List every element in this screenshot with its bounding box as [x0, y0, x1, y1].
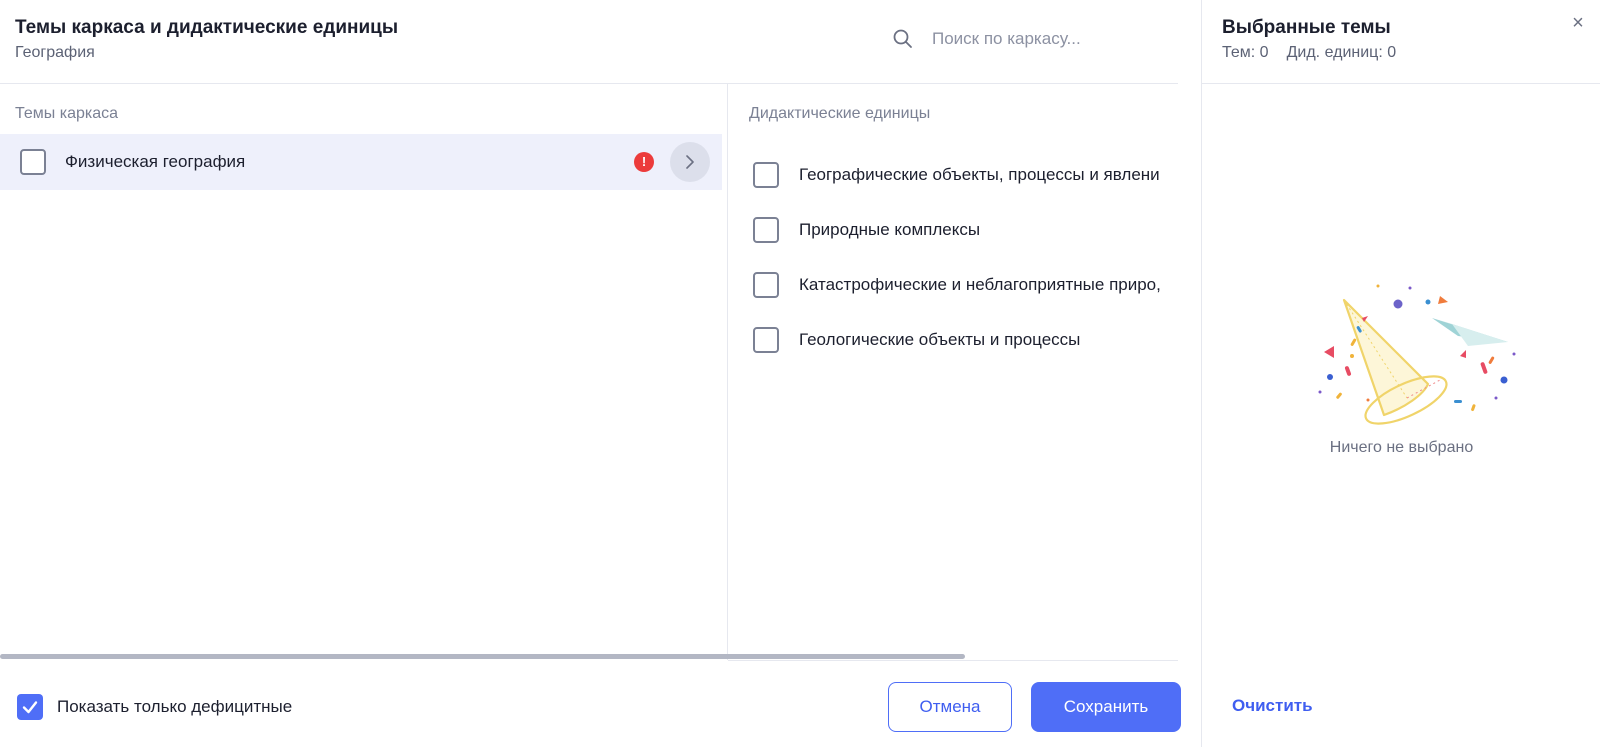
didactic-units-column: Дидактические единицы Географические объ…	[728, 84, 1178, 660]
dialog-title: Темы каркаса и дидактические единицы	[15, 17, 399, 38]
cancel-button[interactable]: Отмена	[888, 682, 1012, 732]
didactic-units-header: Дидактические единицы	[749, 105, 931, 122]
selected-topics-panel: Выбранные темы Тем: 0 Дид. единиц: 0 × Н…	[1201, 0, 1600, 747]
list-item[interactable]: Географические объекты, процессы и явлен…	[753, 147, 1161, 202]
list-item[interactable]: Природные комплексы	[753, 202, 1161, 257]
show-deficit-label: Показать только дефицитные	[57, 697, 293, 716]
unit-label: Геологические объекты и процессы	[799, 329, 1081, 349]
empty-state-text: Ничего не выбрано	[1329, 439, 1474, 456]
side-panel-title: Выбранные темы	[1222, 17, 1391, 38]
unit-label: Географические объекты, процессы и явлен…	[799, 164, 1160, 184]
close-icon[interactable]: ×	[1567, 12, 1589, 34]
search-icon	[892, 28, 914, 50]
unit-label: Катастрофические и неблагоприятные приро…	[799, 274, 1161, 294]
main-area: Темы каркаса и дидактические единицы Гео…	[0, 0, 1181, 747]
checkmark-icon	[22, 701, 38, 714]
dialog-footer: Показать только дефицитные Отмена Сохран…	[0, 661, 1181, 747]
list-item[interactable]: Катастрофические и неблагоприятные приро…	[753, 257, 1161, 312]
search-input[interactable]	[932, 29, 1142, 49]
save-button[interactable]: Сохранить	[1031, 682, 1181, 732]
dialog-header: Темы каркаса и дидактические единицы Гео…	[0, 0, 1178, 84]
framework-topics-column: Темы каркаса Физическая география !	[0, 84, 728, 660]
expand-topic-button[interactable]	[670, 142, 710, 182]
show-deficit-checkbox[interactable]	[17, 694, 43, 720]
topics-count: Тем: 0	[1222, 44, 1269, 61]
search-box	[892, 24, 1152, 54]
units-count: Дид. единиц: 0	[1286, 44, 1397, 61]
chevron-right-icon	[686, 155, 694, 169]
unit-checkbox[interactable]	[753, 326, 779, 353]
unit-label: Природные комплексы	[799, 219, 981, 239]
warning-icon: !	[634, 152, 654, 172]
topic-label: Физическая география	[65, 152, 246, 171]
topics-selection-dialog: Темы каркаса и дидактические единицы Гео…	[0, 0, 1600, 747]
topic-checkbox[interactable]	[20, 149, 46, 175]
unit-checkbox[interactable]	[753, 161, 779, 188]
list-item[interactable]: Геологические объекты и процессы	[753, 312, 1161, 367]
framework-topics-header: Темы каркаса	[15, 105, 119, 122]
side-panel-header: Выбранные темы Тем: 0 Дид. единиц: 0 ×	[1202, 0, 1600, 84]
horizontal-scrollbar[interactable]	[0, 654, 965, 659]
unit-checkbox[interactable]	[753, 271, 779, 298]
didactic-units-list: Географические объекты, процессы и явлен…	[753, 147, 1161, 367]
dialog-subtitle: География	[15, 44, 95, 61]
party-cone-illustration	[1282, 280, 1522, 430]
show-deficit-toggle[interactable]: Показать только дефицитные	[17, 694, 292, 720]
selection-stats: Тем: 0 Дид. единиц: 0	[1222, 44, 1396, 62]
clear-button[interactable]: Очистить	[1232, 696, 1313, 716]
unit-checkbox[interactable]	[753, 216, 779, 243]
topic-row[interactable]: Физическая география !	[0, 134, 722, 190]
